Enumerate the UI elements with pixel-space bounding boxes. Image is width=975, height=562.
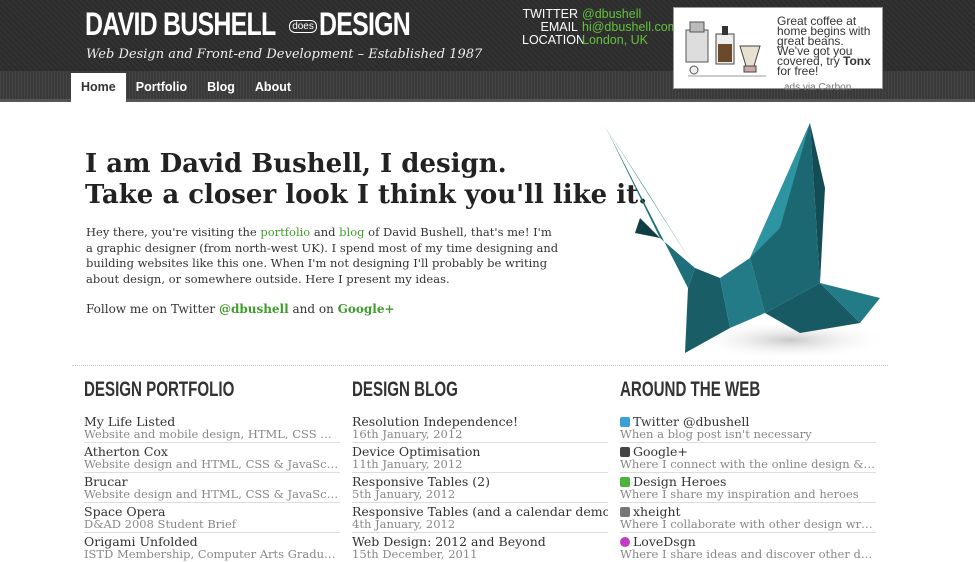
item-title[interactable]: Responsive Tables (2) xyxy=(352,473,608,488)
contact-location: London, UK xyxy=(582,33,649,47)
item-subtitle: Where I share my inspiration and heroes xyxy=(620,488,859,501)
item-title-row[interactable]: LoveDsgn xyxy=(620,533,876,548)
intro-text: and xyxy=(310,225,340,239)
portfolio-item[interactable]: Origami Unfolded ISTD Membership, Compute… xyxy=(84,533,340,562)
item-subtitle: Website design and HTML, CSS & JavaScrip… xyxy=(84,458,340,471)
origami-crane-image xyxy=(605,123,890,360)
item-title[interactable]: Atherton Cox xyxy=(84,443,340,458)
item-title[interactable]: Web Design: 2012 and Beyond xyxy=(352,533,608,548)
item-date: 4th January, 2012 xyxy=(352,518,456,531)
portfolio-section: DESIGN PORTFOLIO My Life Listed Website a… xyxy=(84,378,340,562)
logo-name: DAVID BUSHELL xyxy=(85,5,276,42)
web-item[interactable]: Twitter @dbushell When a blog post isn't … xyxy=(620,413,876,443)
logo-design: DESIGN xyxy=(318,5,411,42)
blog-section: DESIGN BLOG Resolution Independence! 16th… xyxy=(352,378,608,562)
portfolio-item[interactable]: Space Opera D&AD 2008 Student Brief xyxy=(84,503,340,533)
google-plus-link[interactable]: Google+ xyxy=(338,302,395,316)
site-tagline: Web Design and Front-end Development – E… xyxy=(86,47,483,62)
follow-line: Follow me on Twitter @dbushell and on Go… xyxy=(86,302,395,316)
logo-does: does xyxy=(289,19,317,33)
twitter-icon xyxy=(620,417,630,427)
web-item[interactable]: Google+ Where I connect with the online d… xyxy=(620,443,876,473)
item-date: 15th December, 2011 xyxy=(352,548,478,561)
intro-text: Hey there, you're visiting the xyxy=(86,225,261,239)
ad-copy-end: for free! xyxy=(777,64,819,78)
item-subtitle: ISTD Membership, Computer Arts Graduate … xyxy=(84,548,340,561)
heart-icon xyxy=(620,537,630,547)
item-title[interactable]: Brucar xyxy=(84,473,340,488)
item-title-row[interactable]: Design Heroes xyxy=(620,473,876,488)
ad-coffee-image[interactable] xyxy=(682,16,772,82)
item-title-row[interactable]: Twitter @dbushell xyxy=(620,413,876,428)
item-title[interactable]: Twitter @dbushell xyxy=(633,414,749,429)
page-subheading: Take a closer look I think you'll like i… xyxy=(85,180,648,210)
item-subtitle: Website and mobile design, HTML, CSS & J… xyxy=(84,428,340,441)
xheight-icon xyxy=(620,507,630,517)
nav-portfolio[interactable]: Portfolio xyxy=(126,73,197,102)
ad-brand: Tonx xyxy=(843,54,871,68)
design-heroes-icon xyxy=(620,477,630,487)
web-item[interactable]: Design Heroes Where I share my inspiratio… xyxy=(620,473,876,503)
blog-title: DESIGN BLOG xyxy=(352,378,458,401)
item-title-row[interactable]: xheight xyxy=(620,503,876,518)
ad-text[interactable]: Great coffee at home begins with great b… xyxy=(777,15,879,78)
section-divider xyxy=(72,365,888,366)
follow-text: Follow me on Twitter xyxy=(86,302,219,316)
ad-via-link[interactable]: ads via Carbon xyxy=(784,82,851,93)
portfolio-item[interactable]: Atherton Cox Website design and HTML, CSS… xyxy=(84,443,340,473)
active-nav-arrow xyxy=(90,100,104,107)
item-date: 11th January, 2012 xyxy=(352,458,463,471)
nav-home[interactable]: Home xyxy=(71,73,126,102)
item-subtitle: Where I connect with the online design &… xyxy=(620,458,876,471)
item-subtitle: D&AD 2008 Student Brief xyxy=(84,518,237,531)
twitter-follow-link[interactable]: @dbushell xyxy=(219,302,289,316)
portfolio-item[interactable]: My Life Listed Website and mobile design,… xyxy=(84,413,340,443)
intro-paragraph: Hey there, you're visiting the portfolio… xyxy=(86,225,561,287)
google-plus-icon xyxy=(620,447,630,457)
contact-label-location: LOCATION xyxy=(522,33,585,47)
item-title[interactable]: Space Opera xyxy=(84,503,340,518)
item-title[interactable]: xheight xyxy=(633,504,681,519)
nav-blog[interactable]: Blog xyxy=(197,73,245,102)
item-title-row[interactable]: Google+ xyxy=(620,443,876,458)
web-section: AROUND THE WEB Twitter @dbushell When a b… xyxy=(620,378,876,562)
item-title[interactable]: Device Optimisation xyxy=(352,443,608,458)
blog-link[interactable]: blog xyxy=(339,225,364,239)
web-item[interactable]: LoveDsgn Where I share ideas and discover… xyxy=(620,533,876,562)
item-subtitle: When a blog post isn't necessary xyxy=(620,428,812,441)
portfolio-title: DESIGN PORTFOLIO xyxy=(84,378,235,401)
site-header: DAVID BUSHELL does DESIGN Web Design and… xyxy=(0,0,975,102)
portfolio-link[interactable]: portfolio xyxy=(260,225,310,239)
item-title[interactable]: LoveDsgn xyxy=(633,534,696,549)
follow-text: and on xyxy=(288,302,338,316)
blog-item[interactable]: Device Optimisation 11th January, 2012 xyxy=(352,443,608,473)
item-title[interactable]: Responsive Tables (and a calendar demo) xyxy=(352,503,608,518)
item-title[interactable]: My Life Listed xyxy=(84,413,340,428)
nav-about[interactable]: About xyxy=(245,73,301,102)
blog-item[interactable]: Resolution Independence! 16th January, 20… xyxy=(352,413,608,443)
web-title: AROUND THE WEB xyxy=(620,378,761,401)
blog-item[interactable]: Web Design: 2012 and Beyond 15th December… xyxy=(352,533,608,562)
item-title[interactable]: Origami Unfolded xyxy=(84,533,340,548)
carbon-ad[interactable]: Great coffee at home begins with great b… xyxy=(673,7,883,89)
site-logo[interactable]: DAVID BUSHELL does DESIGN xyxy=(85,6,436,42)
item-subtitle: Website design and HTML, CSS & JavaScrip… xyxy=(84,488,340,501)
blog-item[interactable]: Responsive Tables (and a calendar demo) 4… xyxy=(352,503,608,533)
item-date: 16th January, 2012 xyxy=(352,428,463,441)
item-subtitle: Where I share ideas and discover other d… xyxy=(620,548,876,561)
web-item[interactable]: xheight Where I collaborate with other de… xyxy=(620,503,876,533)
portfolio-item[interactable]: Brucar Website design and HTML, CSS & Jav… xyxy=(84,473,340,503)
main-nav: Home Portfolio Blog About xyxy=(71,73,301,102)
item-title[interactable]: Google+ xyxy=(633,444,688,459)
page-heading: I am David Bushell, I design. xyxy=(85,149,507,179)
item-title[interactable]: Design Heroes xyxy=(633,474,726,489)
contact-info: TWITTER @dbushell EMAIL hi@dbushell.com LO… xyxy=(522,8,678,47)
item-subtitle: Where I collaborate with other design wr… xyxy=(620,518,876,531)
item-title[interactable]: Resolution Independence! xyxy=(352,413,608,428)
blog-item[interactable]: Responsive Tables (2) 5th January, 2012 xyxy=(352,473,608,503)
item-date: 5th January, 2012 xyxy=(352,488,456,501)
